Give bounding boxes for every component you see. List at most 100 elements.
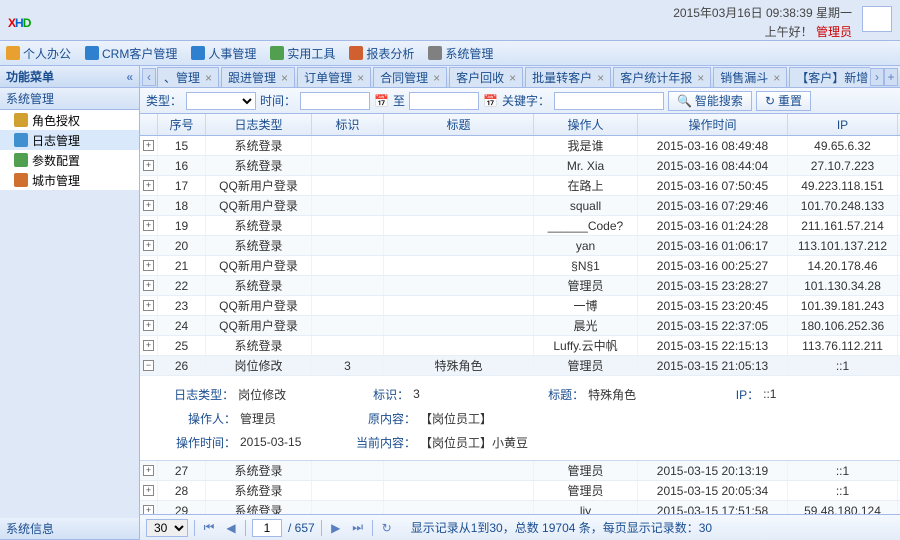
tab-1[interactable]: 跟进管理× (221, 67, 295, 87)
calendar-icon[interactable]: 📅 (374, 94, 389, 108)
close-icon[interactable]: × (433, 71, 440, 85)
tab-7[interactable]: 销售漏斗× (713, 67, 787, 87)
col-mark[interactable]: 标识 (312, 114, 384, 135)
expand-icon[interactable]: + (143, 300, 154, 311)
menu-3[interactable]: 实用工具 (270, 45, 335, 62)
tab-3[interactable]: 合同管理× (373, 67, 447, 87)
tab-strip: ‹ 、管理×跟进管理×订单管理×合同管理×客户回收×批量转客户×客户统计年报×销… (140, 66, 900, 88)
tab-scroll-left[interactable]: ‹ (142, 68, 156, 86)
tab-8[interactable]: 【客户】新增× (789, 67, 870, 87)
menu-2[interactable]: 人事管理 (191, 45, 256, 62)
tab-scroll-right[interactable]: › (870, 68, 884, 86)
first-page[interactable]: ⏮ (201, 520, 217, 536)
menu-4[interactable]: 报表分析 (349, 45, 414, 62)
date-to[interactable] (409, 92, 479, 110)
table-row[interactable]: + 22系统登录 管理员2015-03-15 23:28:27101.130.3… (140, 276, 900, 296)
keyword-input[interactable] (554, 92, 664, 110)
col-type[interactable]: 日志类型 (206, 114, 312, 135)
next-page[interactable]: ▶ (328, 520, 344, 536)
table-row[interactable]: + 23QQ新用户登录 一博2015-03-15 23:20:45101.39.… (140, 296, 900, 316)
pager: 30 ⏮ ◀ / 657 ▶ ⏭ ↻ 显示记录从1到30，总数 19704 条，… (140, 514, 900, 540)
table-row[interactable]: + 21QQ新用户登录 §N§12015-03-16 00:25:2714.20… (140, 256, 900, 276)
page-input[interactable] (252, 519, 282, 537)
reset-button[interactable]: ↻重置 (756, 91, 811, 111)
table-row[interactable]: + 24QQ新用户登录 晨光2015-03-15 22:37:05180.106… (140, 316, 900, 336)
tab-0[interactable]: 、管理× (157, 67, 219, 87)
search-button[interactable]: 🔍智能搜索 (668, 91, 752, 111)
prev-page[interactable]: ◀ (223, 520, 239, 536)
expand-icon[interactable]: + (143, 220, 154, 231)
table-row[interactable]: + 27系统登录 管理员2015-03-15 20:13:19::1 (140, 461, 900, 481)
content: ‹ 、管理×跟进管理×订单管理×合同管理×客户回收×批量转客户×客户统计年报×销… (140, 66, 900, 540)
table-row[interactable]: + 18QQ新用户登录 squall2015-03-16 07:29:46101… (140, 196, 900, 216)
pager-info: 显示记录从1到30，总数 19704 条，每页显示记录数：30 (411, 519, 712, 536)
logo: XHD (8, 7, 30, 33)
tree-item-1[interactable]: 日志管理 (0, 130, 139, 150)
city-icon (14, 173, 28, 187)
refresh-icon[interactable]: ↻ (379, 520, 395, 536)
expand-icon[interactable]: − (143, 360, 154, 371)
expand-icon[interactable]: + (143, 340, 154, 351)
table-row[interactable]: + 15系统登录 我是谁2015-03-16 08:49:4849.65.6.3… (140, 136, 900, 156)
sidebar-header: 功能菜单 « (0, 66, 139, 88)
table-row[interactable]: + 20系统登录 yan2015-03-16 01:06:17113.101.1… (140, 236, 900, 256)
expand-icon[interactable]: + (143, 180, 154, 191)
col-op[interactable]: 操作人 (534, 114, 638, 135)
expand-icon[interactable]: + (143, 140, 154, 151)
header: XHD 2015年03月16日 09:38:39 星期一 上午好！ 管理员 (0, 0, 900, 40)
col-time[interactable]: 操作时间 (638, 114, 788, 135)
col-ip[interactable]: IP (788, 114, 898, 135)
grid-header: 序号 日志类型 标识 标题 操作人 操作时间 IP (140, 114, 900, 136)
col-title[interactable]: 标题 (384, 114, 534, 135)
tab-add[interactable]: + (884, 68, 898, 86)
close-icon[interactable]: × (357, 71, 364, 85)
collapse-icon[interactable]: « (126, 70, 133, 84)
expand-icon[interactable]: + (143, 465, 154, 476)
accordion-header[interactable]: 系统管理 (0, 88, 139, 110)
header-box[interactable] (862, 6, 892, 32)
expand-icon[interactable]: + (143, 505, 154, 514)
close-icon[interactable]: × (509, 71, 516, 85)
table-row[interactable]: + 28系统登录 管理员2015-03-15 20:05:34::1 (140, 481, 900, 501)
expand-icon[interactable]: + (143, 240, 154, 251)
table-row[interactable]: + 17QQ新用户登录 在路上2015-03-16 07:50:4549.223… (140, 176, 900, 196)
expand-icon[interactable]: + (143, 485, 154, 496)
type-select[interactable] (186, 92, 256, 110)
calendar-icon[interactable]: 📅 (483, 94, 498, 108)
table-row[interactable]: + 19系统登录 ______Code?2015-03-16 01:24:282… (140, 216, 900, 236)
user-icon (6, 46, 20, 60)
table-row[interactable]: + 16系统登录 Mr. Xia2015-03-16 08:44:0427.10… (140, 156, 900, 176)
expand-icon[interactable]: + (143, 260, 154, 271)
menu-1[interactable]: CRM客户管理 (85, 45, 177, 62)
last-page[interactable]: ⏭ (350, 520, 366, 536)
tab-4[interactable]: 客户回收× (449, 67, 523, 87)
header-right: 2015年03月16日 09:38:39 星期一 上午好！ 管理员 (673, 4, 852, 40)
date-from[interactable] (300, 92, 370, 110)
table-row[interactable]: − 26岗位修改3 特殊角色管理员2015-03-15 21:05:13::1 (140, 356, 900, 376)
tree-item-2[interactable]: 参数配置 (0, 150, 139, 170)
expand-icon[interactable]: + (143, 160, 154, 171)
close-icon[interactable]: × (697, 71, 704, 85)
menu-5[interactable]: 系统管理 (428, 45, 493, 62)
filter-bar: 类型： 时间： 📅 至 📅 关键字： 🔍智能搜索 ↻重置 (140, 88, 900, 114)
admin-name[interactable]: 管理员 (816, 25, 852, 39)
close-icon[interactable]: × (205, 71, 212, 85)
menu-0[interactable]: 个人办公 (6, 45, 71, 62)
expand-icon[interactable]: + (143, 200, 154, 211)
tree-item-0[interactable]: 角色授权 (0, 110, 139, 130)
tab-5[interactable]: 批量转客户× (525, 67, 611, 87)
tab-6[interactable]: 客户统计年报× (613, 67, 711, 87)
expand-icon[interactable]: + (143, 320, 154, 331)
col-seq[interactable]: 序号 (158, 114, 206, 135)
close-icon[interactable]: × (597, 71, 604, 85)
sidebar-bottom[interactable]: 系统信息 (0, 518, 139, 540)
close-icon[interactable]: × (281, 71, 288, 85)
table-row[interactable]: + 29系统登录 liy2015-03-15 17:51:5859.48.180… (140, 501, 900, 514)
grid-body[interactable]: + 15系统登录 我是谁2015-03-16 08:49:4849.65.6.3… (140, 136, 900, 514)
expand-icon[interactable]: + (143, 280, 154, 291)
tab-2[interactable]: 订单管理× (297, 67, 371, 87)
tree-item-3[interactable]: 城市管理 (0, 170, 139, 190)
close-icon[interactable]: × (773, 71, 780, 85)
table-row[interactable]: + 25系统登录 Luffy.云中帆2015-03-15 22:15:13113… (140, 336, 900, 356)
page-size[interactable]: 30 (146, 519, 188, 537)
